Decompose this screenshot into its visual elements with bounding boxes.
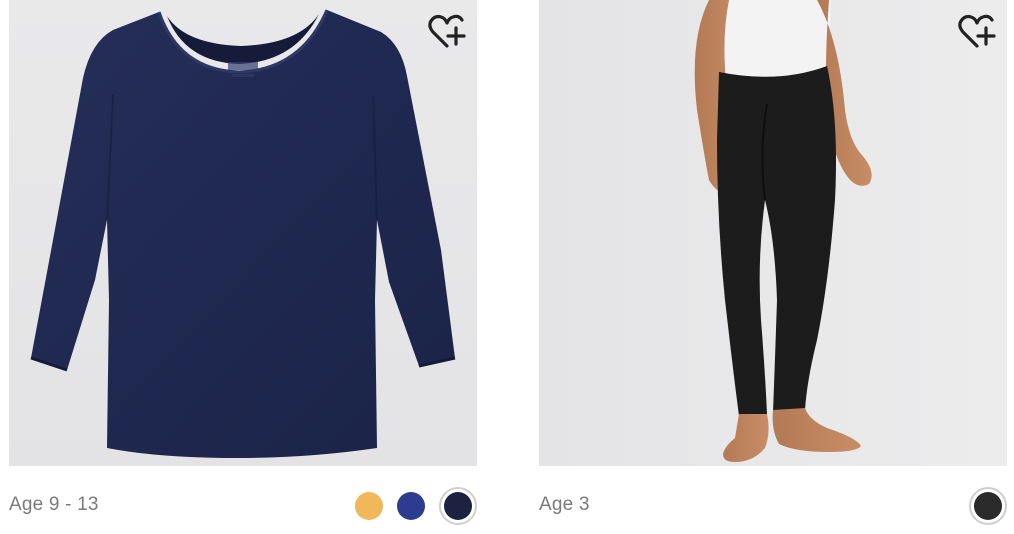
- color-swatch-yellow[interactable]: [355, 492, 383, 520]
- navy-long-sleeve-top-image: [9, 0, 477, 466]
- product-meta: Age 9 - 13: [9, 480, 477, 530]
- add-to-favorites-button[interactable]: [957, 12, 997, 50]
- age-range-label: Age 3: [539, 494, 590, 515]
- product-grid: Age 9 - 13 Age 3: [0, 0, 1014, 534]
- product-image[interactable]: [9, 0, 477, 466]
- color-swatches: [955, 486, 1007, 526]
- product-meta: Age 3: [539, 480, 1007, 530]
- age-range-label: Age 9 - 13: [9, 494, 99, 515]
- color-swatches: [341, 486, 477, 526]
- product-image[interactable]: [539, 0, 1007, 466]
- product-card[interactable]: Age 3: [539, 0, 1007, 534]
- product-card[interactable]: Age 9 - 13: [9, 0, 477, 534]
- color-swatch-navy-selected[interactable]: [439, 487, 477, 525]
- add-to-favorites-button[interactable]: [427, 12, 467, 50]
- heart-plus-icon: [428, 14, 466, 48]
- black-leggings-image: [539, 0, 1007, 466]
- heart-plus-icon: [958, 14, 996, 48]
- color-swatch-blue[interactable]: [397, 492, 425, 520]
- color-swatch-black-selected[interactable]: [969, 487, 1007, 525]
